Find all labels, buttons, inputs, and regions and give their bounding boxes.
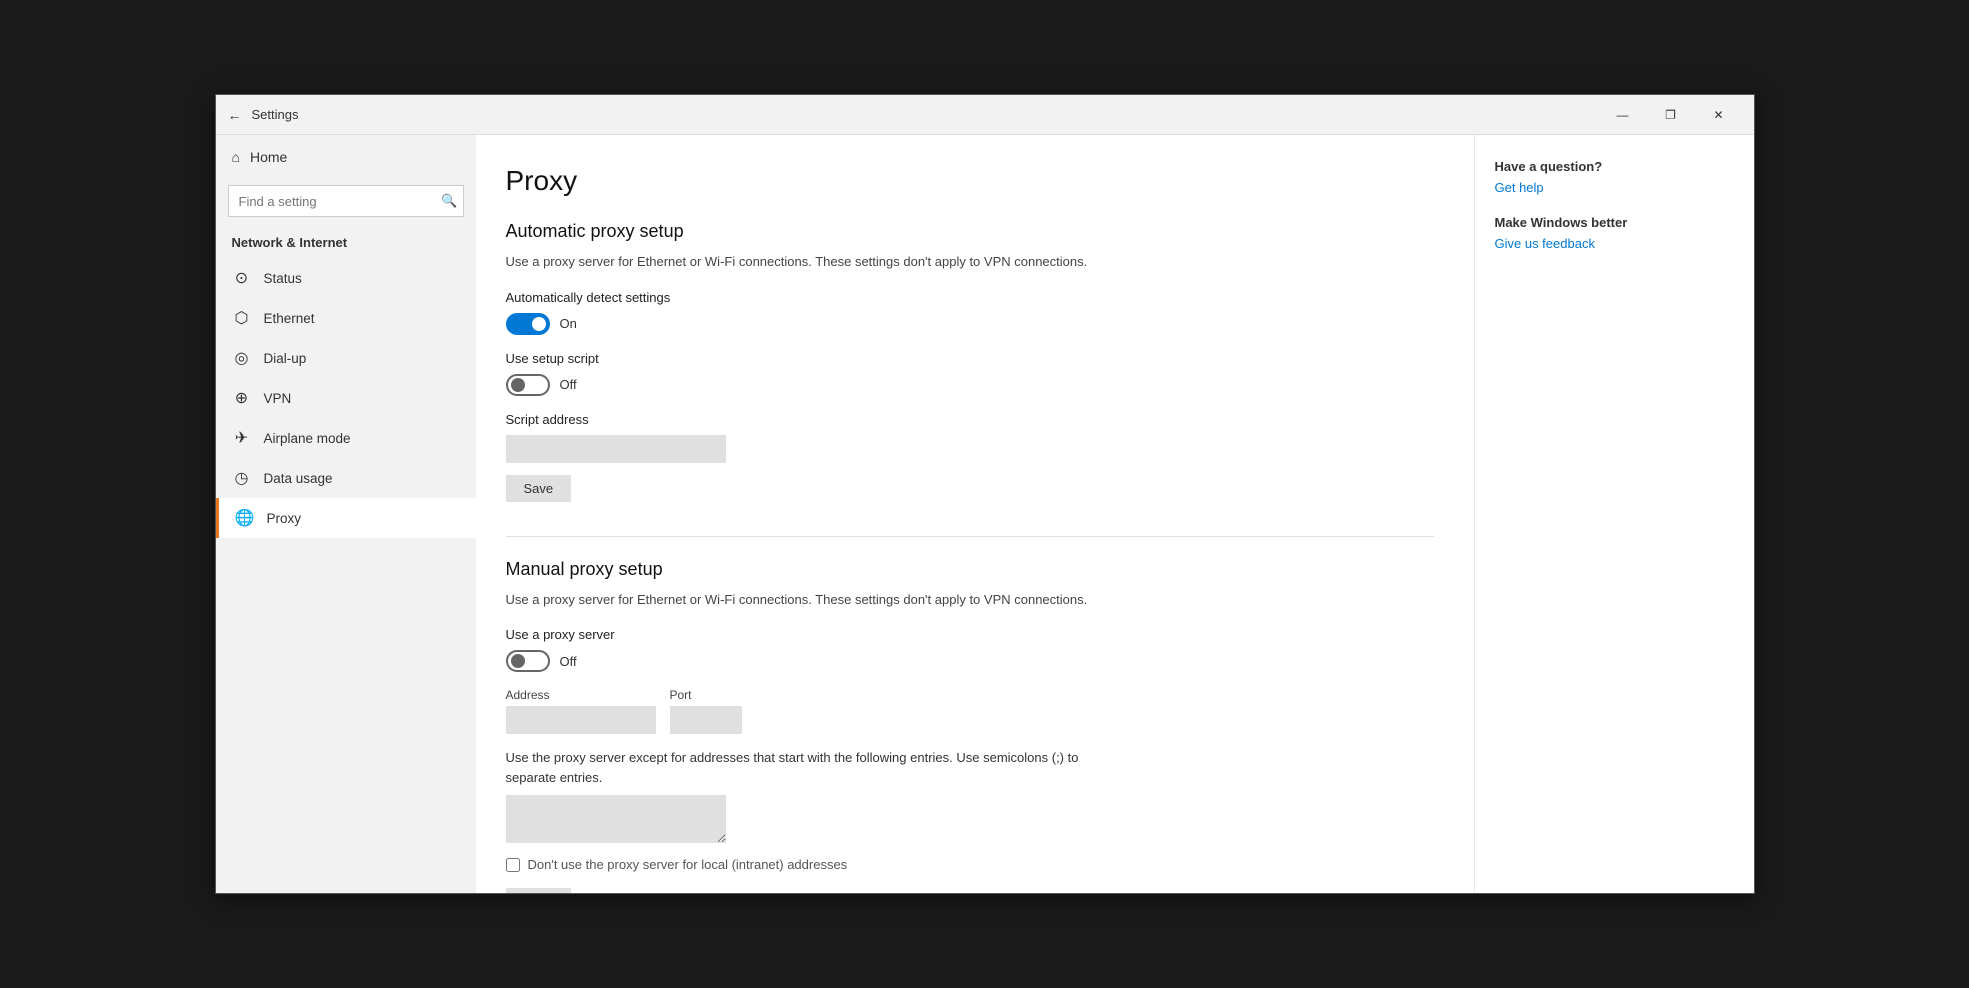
port-input[interactable] bbox=[670, 706, 742, 734]
feedback-link[interactable]: Give us feedback bbox=[1495, 236, 1734, 251]
toggle-thumb bbox=[511, 654, 525, 668]
sidebar-section-label: Network & Internet bbox=[216, 231, 476, 258]
sidebar-item-label: Proxy bbox=[267, 511, 302, 526]
close-button[interactable]: ✕ bbox=[1696, 99, 1742, 131]
checkbox-label: Don't use the proxy server for local (in… bbox=[528, 857, 848, 872]
search-icon: 🔍 bbox=[441, 193, 457, 209]
sidebar-item-label: Dial-up bbox=[264, 351, 307, 366]
home-label: Home bbox=[250, 149, 287, 165]
dialup-icon: ◎ bbox=[232, 348, 252, 368]
airplane-icon: ✈ bbox=[232, 428, 252, 448]
use-proxy-toggle[interactable] bbox=[506, 650, 550, 672]
minimize-button[interactable]: — bbox=[1600, 99, 1646, 131]
home-icon: ⌂ bbox=[232, 149, 240, 165]
sidebar-item-label: VPN bbox=[264, 391, 292, 406]
address-port-row: Address Port bbox=[506, 688, 1434, 734]
get-help-link[interactable]: Get help bbox=[1495, 180, 1734, 195]
titlebar-title: Settings bbox=[252, 107, 299, 122]
windows-title: Make Windows better bbox=[1495, 215, 1734, 230]
sidebar-item-dialup[interactable]: ◎ Dial-up bbox=[216, 338, 476, 378]
auto-detect-label: Automatically detect settings bbox=[506, 290, 1434, 305]
use-proxy-toggle-row: Off bbox=[506, 650, 1434, 672]
section-divider bbox=[506, 536, 1434, 537]
local-checkbox[interactable] bbox=[506, 858, 520, 872]
port-label: Port bbox=[670, 688, 742, 702]
sidebar: ⌂ Home 🔍 Network & Internet ⊙ Status ⬡ E… bbox=[216, 135, 476, 893]
script-address-input[interactable] bbox=[506, 435, 726, 463]
port-field-group: Port bbox=[670, 688, 742, 734]
sidebar-item-label: Ethernet bbox=[264, 311, 315, 326]
auto-detect-state: On bbox=[560, 316, 577, 331]
checkbox-row: Don't use the proxy server for local (in… bbox=[506, 857, 1434, 872]
manual-save-button[interactable]: Save bbox=[506, 888, 572, 893]
titlebar: ← Settings — ❐ ✕ bbox=[216, 95, 1754, 135]
ethernet-icon: ⬡ bbox=[232, 308, 252, 328]
back-button[interactable]: ← bbox=[228, 107, 242, 123]
toggle-thumb bbox=[511, 378, 525, 392]
question-title: Have a question? bbox=[1495, 159, 1734, 174]
search-box: 🔍 bbox=[228, 185, 464, 217]
setup-script-state: Off bbox=[560, 377, 577, 392]
manual-section-title: Manual proxy setup bbox=[506, 559, 1434, 580]
sidebar-item-label: Airplane mode bbox=[264, 431, 351, 446]
sidebar-item-label: Data usage bbox=[264, 471, 333, 486]
sidebar-item-airplane[interactable]: ✈ Airplane mode bbox=[216, 418, 476, 458]
address-input[interactable] bbox=[506, 706, 656, 734]
sidebar-item-status[interactable]: ⊙ Status bbox=[216, 258, 476, 298]
sidebar-item-vpn[interactable]: ⊕ VPN bbox=[216, 378, 476, 418]
sidebar-item-ethernet[interactable]: ⬡ Ethernet bbox=[216, 298, 476, 338]
setup-script-label: Use setup script bbox=[506, 351, 1434, 366]
toggle-thumb bbox=[532, 317, 546, 331]
exceptions-input[interactable] bbox=[506, 795, 726, 843]
right-panel: Have a question? Get help Make Windows b… bbox=[1474, 135, 1754, 893]
vpn-icon: ⊕ bbox=[232, 388, 252, 408]
auto-save-button[interactable]: Save bbox=[506, 475, 572, 502]
sidebar-item-label: Status bbox=[264, 271, 302, 286]
exceptions-desc: Use the proxy server except for addresse… bbox=[506, 748, 1106, 787]
main-content: Proxy Automatic proxy setup Use a proxy … bbox=[476, 135, 1474, 893]
settings-window: ← Settings — ❐ ✕ ⌂ Home 🔍 Network & Inte… bbox=[215, 94, 1755, 894]
auto-detect-toggle-row: On bbox=[506, 313, 1434, 335]
window-controls: — ❐ ✕ bbox=[1600, 99, 1742, 131]
address-label: Address bbox=[506, 688, 656, 702]
manual-section-desc: Use a proxy server for Ethernet or Wi-Fi… bbox=[506, 590, 1106, 610]
proxy-icon: 🌐 bbox=[235, 508, 255, 528]
auto-section-desc: Use a proxy server for Ethernet or Wi-Fi… bbox=[506, 252, 1106, 272]
setup-script-toggle-row: Off bbox=[506, 374, 1434, 396]
auto-section-title: Automatic proxy setup bbox=[506, 221, 1434, 242]
sidebar-home[interactable]: ⌂ Home bbox=[216, 135, 476, 179]
maximize-button[interactable]: ❐ bbox=[1648, 99, 1694, 131]
use-proxy-state: Off bbox=[560, 654, 577, 669]
sidebar-item-proxy[interactable]: 🌐 Proxy bbox=[216, 498, 476, 538]
address-field-group: Address bbox=[506, 688, 656, 734]
script-address-label: Script address bbox=[506, 412, 1434, 427]
sidebar-item-datausage[interactable]: ◷ Data usage bbox=[216, 458, 476, 498]
search-input[interactable] bbox=[228, 185, 464, 217]
datausage-icon: ◷ bbox=[232, 468, 252, 488]
use-proxy-label: Use a proxy server bbox=[506, 627, 1434, 642]
status-icon: ⊙ bbox=[232, 268, 252, 288]
setup-script-toggle[interactable] bbox=[506, 374, 550, 396]
page-title: Proxy bbox=[506, 165, 1434, 197]
auto-detect-toggle[interactable] bbox=[506, 313, 550, 335]
content-area: ⌂ Home 🔍 Network & Internet ⊙ Status ⬡ E… bbox=[216, 135, 1754, 893]
